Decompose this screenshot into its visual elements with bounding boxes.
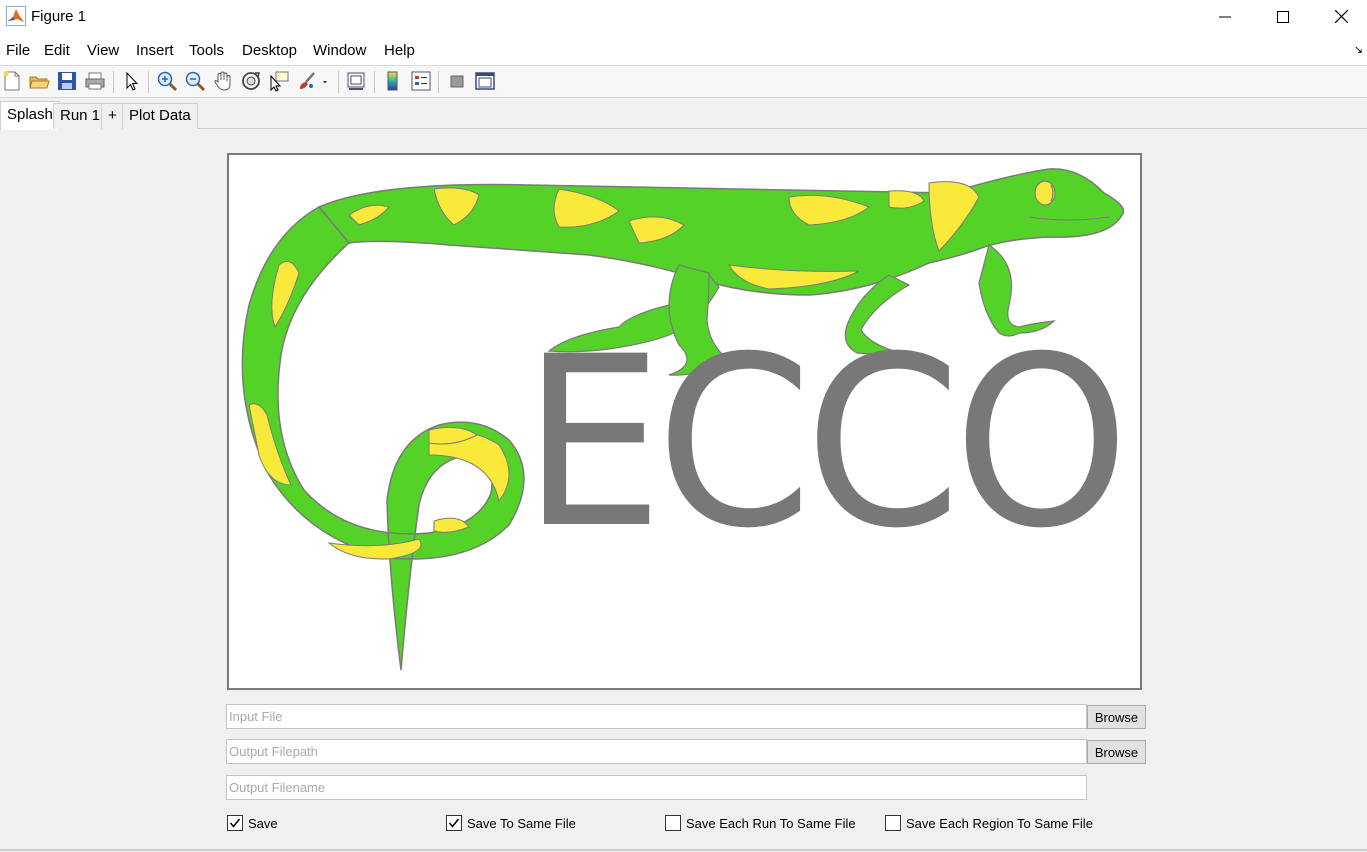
brush-icon[interactable] xyxy=(296,70,318,92)
figure-toolbar xyxy=(0,66,1367,98)
gecko-logo-image: ECCO xyxy=(241,168,1130,671)
checkbox-unchecked-icon[interactable] xyxy=(885,815,901,831)
menu-desktop[interactable]: Desktop xyxy=(242,42,297,59)
colorbar-icon[interactable] xyxy=(382,70,404,92)
toolbar-separator xyxy=(148,71,149,93)
tab-plot-data[interactable]: Plot Data xyxy=(122,103,198,129)
output-filepath-field[interactable] xyxy=(226,739,1087,764)
splash-panel: ECCO xyxy=(227,153,1142,690)
tab-run-1[interactable]: Run 1 xyxy=(53,103,108,129)
data-cursor-icon[interactable] xyxy=(268,70,290,92)
save-each-run-label: Save Each Run To Same File xyxy=(686,815,856,831)
menu-file[interactable]: File xyxy=(6,42,30,59)
save-each-region-checkbox[interactable]: Save Each Region To Same File xyxy=(885,814,1093,832)
window-bottom-border xyxy=(0,849,1367,851)
browse-output-button[interactable]: Browse xyxy=(1087,740,1146,764)
checkbox-checked-icon[interactable] xyxy=(446,815,462,831)
save-to-same-file-checkbox[interactable]: Save To Same File xyxy=(446,814,576,832)
link-plot-icon[interactable] xyxy=(345,70,367,92)
ecco-logo-text: ECCO xyxy=(522,307,1122,580)
title-bar: Figure 1 xyxy=(0,0,1367,33)
toolbar-separator xyxy=(113,71,114,93)
tab-splash[interactable]: Splash xyxy=(0,101,60,130)
show-plot-tools-icon[interactable] xyxy=(474,70,496,92)
toolbar-separator xyxy=(338,71,339,93)
minimize-button[interactable] xyxy=(1196,0,1254,33)
menu-bar: File Edit View Insert Tools Desktop Wind… xyxy=(0,33,1367,66)
save-checkbox[interactable]: Save xyxy=(227,814,278,832)
window-title: Figure 1 xyxy=(31,8,87,25)
gecko-eye xyxy=(1034,180,1056,206)
checkbox-checked-icon[interactable] xyxy=(227,815,243,831)
toolbar-separator xyxy=(374,71,375,93)
output-filename-field[interactable] xyxy=(226,775,1087,800)
save-disk-icon[interactable] xyxy=(56,70,78,92)
save-each-run-checkbox[interactable]: Save Each Run To Same File xyxy=(665,814,856,832)
hide-plot-tools-icon[interactable] xyxy=(446,70,468,92)
rotate-3d-icon[interactable] xyxy=(240,70,262,92)
menu-help[interactable]: Help xyxy=(384,42,415,59)
pan-hand-icon[interactable] xyxy=(212,70,234,92)
legend-icon[interactable] xyxy=(410,70,432,92)
zoom-in-icon[interactable] xyxy=(156,70,178,92)
close-button[interactable] xyxy=(1312,0,1367,33)
brush-dropdown-icon[interactable] xyxy=(320,70,330,92)
tab-add-run[interactable]: + xyxy=(101,103,124,129)
print-icon[interactable] xyxy=(84,70,106,92)
matlab-icon xyxy=(6,6,26,26)
edit-plot-arrow-icon[interactable] xyxy=(120,70,142,92)
tab-bar: Splash Run 1 + Plot Data xyxy=(0,98,1367,130)
maximize-button[interactable] xyxy=(1254,0,1312,33)
menu-view[interactable]: View xyxy=(87,42,119,59)
browse-input-button[interactable]: Browse xyxy=(1087,705,1146,729)
new-figure-icon[interactable] xyxy=(1,70,23,92)
menu-edit[interactable]: Edit xyxy=(44,42,70,59)
checkbox-unchecked-icon[interactable] xyxy=(665,815,681,831)
save-to-same-file-label: Save To Same File xyxy=(467,815,576,831)
open-folder-icon[interactable] xyxy=(28,70,50,92)
menu-insert[interactable]: Insert xyxy=(136,42,174,59)
menu-tools[interactable]: Tools xyxy=(189,42,224,59)
menu-window[interactable]: Window xyxy=(313,42,366,59)
save-each-region-label: Save Each Region To Same File xyxy=(906,815,1093,831)
dock-arrow-icon[interactable]: ↘ xyxy=(1354,43,1363,56)
toolbar-separator xyxy=(438,71,439,93)
zoom-out-icon[interactable] xyxy=(184,70,206,92)
save-checkbox-label: Save xyxy=(248,815,278,831)
input-file-field[interactable] xyxy=(226,704,1087,729)
